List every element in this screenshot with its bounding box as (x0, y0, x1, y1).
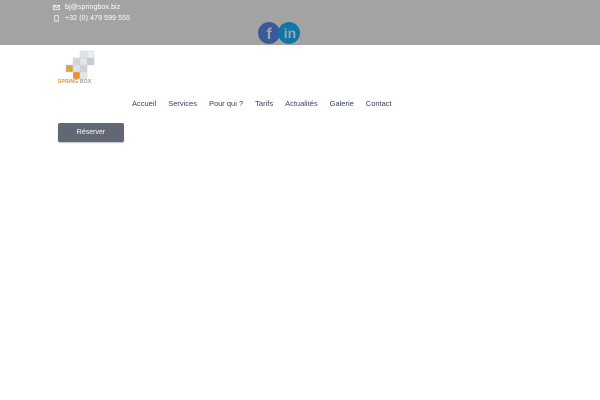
contact-email-text: bj@springbox.biz (65, 3, 121, 11)
mobile-phone-icon (54, 14, 59, 22)
nav-item-actualites[interactable]: Actualités (279, 98, 324, 110)
svg-text:f: f (266, 26, 272, 43)
nav-item-pour-qui[interactable]: Pour qui ? (203, 98, 249, 110)
main-nav: Accueil Services Pour qui ? Tarifs Actua… (126, 98, 398, 110)
logo-brand-secondary: BOX (79, 79, 92, 85)
nav-item-contact[interactable]: Contact (360, 98, 398, 110)
contact-email[interactable]: bj@springbox.biz (53, 2, 120, 12)
nav-item-services[interactable]: Services (162, 98, 203, 110)
contact-phone[interactable]: +32 (0) 479 599 555 (53, 13, 130, 23)
linkedin-icon[interactable]: in (278, 22, 300, 44)
svg-text:in: in (284, 25, 296, 41)
nav-item-accueil[interactable]: Accueil (126, 98, 162, 110)
top-bar: bj@springbox.biz +32 (0) 479 599 555 f i… (0, 0, 600, 45)
nav-item-galerie[interactable]: Galerie (324, 98, 360, 110)
social-links: f in (258, 22, 300, 44)
nav-item-tarifs[interactable]: Tarifs (249, 98, 279, 110)
logo-wordmark: SPRING BOX (58, 79, 91, 85)
reserve-button[interactable]: Réserver (58, 123, 124, 142)
contact-phone-text: +32 (0) 479 599 555 (65, 14, 131, 22)
facebook-icon[interactable]: f (258, 22, 280, 44)
logo-brand-primary: SPRING (58, 79, 79, 85)
envelope-icon (53, 4, 60, 10)
